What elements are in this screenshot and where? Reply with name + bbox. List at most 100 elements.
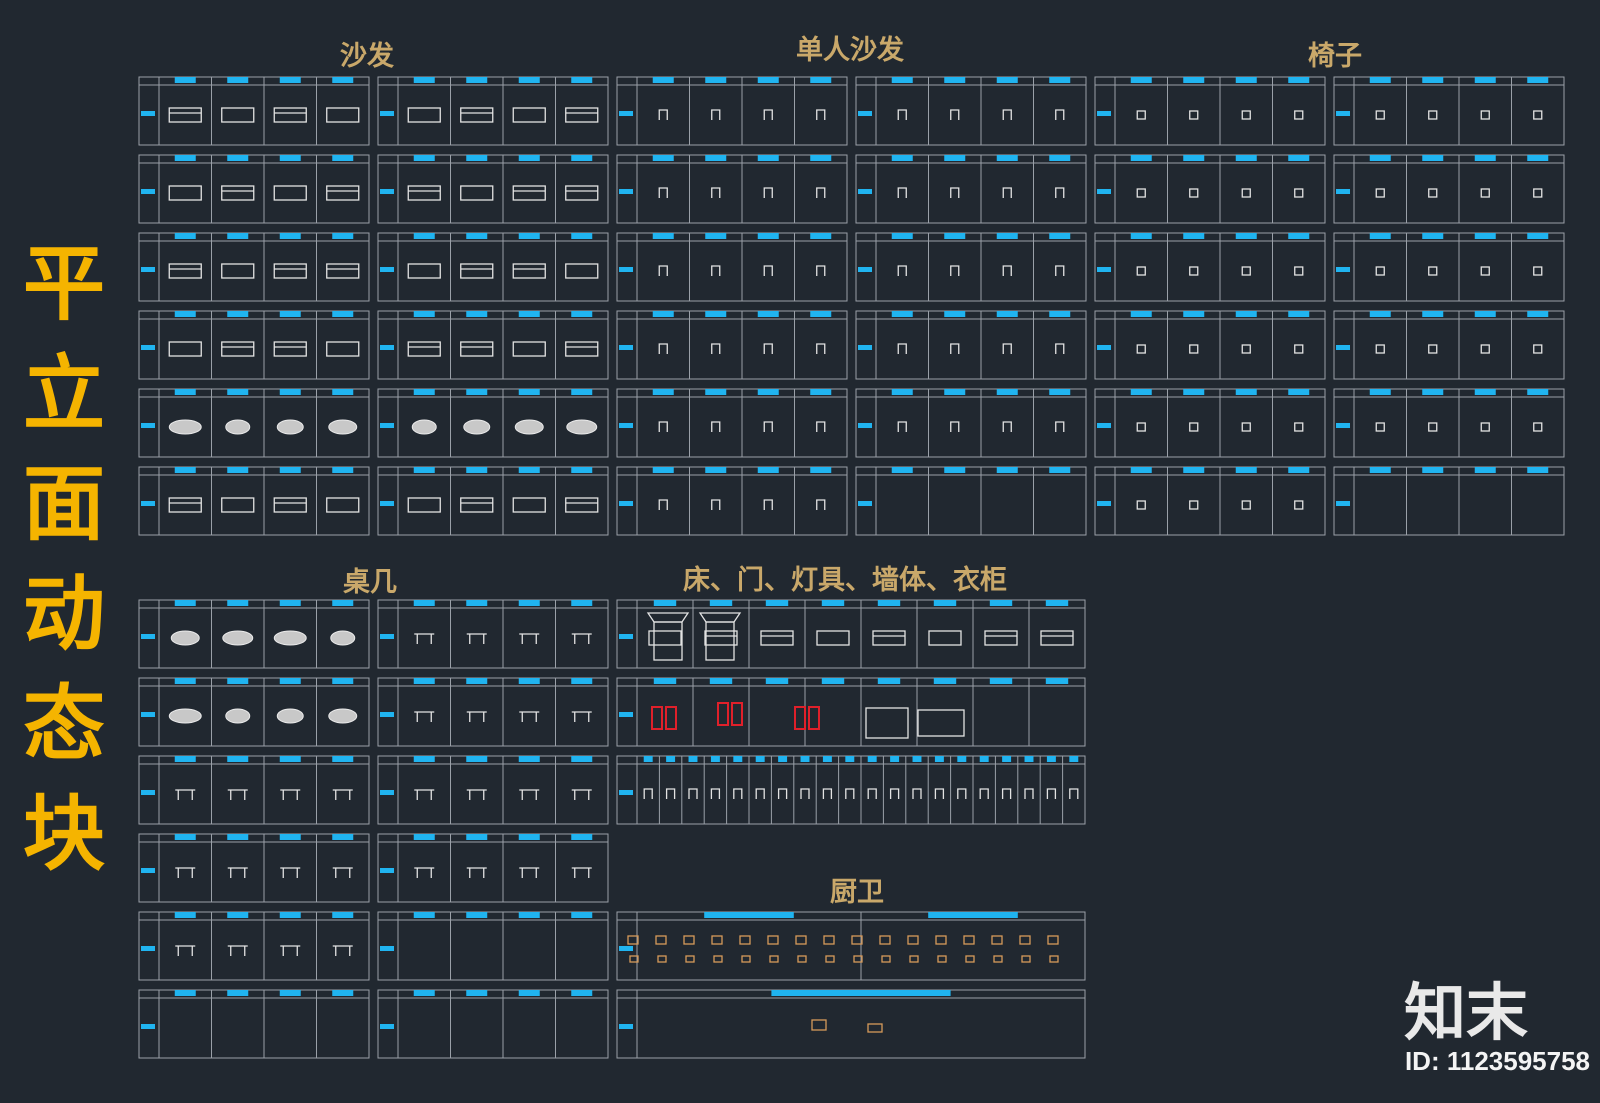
header-tab xyxy=(279,912,301,918)
symbol-mark xyxy=(227,945,248,956)
block-panel xyxy=(855,154,1087,224)
symbol-mark xyxy=(1294,422,1304,432)
header-tab xyxy=(571,155,593,161)
symbol-mark xyxy=(658,421,668,432)
header-tab xyxy=(890,756,900,762)
symbol-mark xyxy=(414,867,435,878)
symbol-mark xyxy=(326,341,360,357)
symbol-mark xyxy=(1428,266,1438,276)
header-tab xyxy=(944,389,966,395)
symbol-mark xyxy=(957,788,967,799)
symbol-mark xyxy=(816,630,850,646)
symbol-mark xyxy=(1189,188,1199,198)
header-tab xyxy=(413,77,435,83)
row-label-mark xyxy=(1336,189,1350,194)
block-panel xyxy=(377,154,609,224)
symbol-mark xyxy=(763,343,773,354)
header-tab xyxy=(518,389,540,395)
header-tab xyxy=(757,389,779,395)
symbol-mark xyxy=(1428,188,1438,198)
symbol-mark xyxy=(1241,422,1251,432)
header-tab xyxy=(174,155,196,161)
symbol-mark xyxy=(1480,188,1490,198)
panel-frame xyxy=(138,989,370,1059)
kitchen-symbol xyxy=(1047,935,1059,945)
header-tab xyxy=(279,233,301,239)
header-tab xyxy=(518,678,540,684)
header-tab xyxy=(810,467,832,473)
header-tab xyxy=(979,756,989,762)
block-panel xyxy=(377,599,609,669)
header-tab xyxy=(1045,600,1069,606)
header-tab xyxy=(944,77,966,83)
header-tab xyxy=(1369,77,1391,83)
bath-symbol xyxy=(867,1023,883,1033)
row-label-mark xyxy=(141,345,155,350)
header-tab xyxy=(571,233,593,239)
block-panel xyxy=(1094,388,1326,458)
door-symbol xyxy=(794,706,806,730)
header-tab xyxy=(174,600,196,606)
panel-frame xyxy=(616,989,1086,1059)
header-tab xyxy=(571,834,593,840)
symbol-mark xyxy=(273,630,307,646)
header-tab xyxy=(518,990,540,996)
header-tab xyxy=(174,467,196,473)
row-label-mark xyxy=(380,868,394,873)
header-tab xyxy=(1002,756,1012,762)
panel-frame xyxy=(1094,232,1326,302)
header-tab xyxy=(174,678,196,684)
header-tab xyxy=(891,233,913,239)
section-title-sofa: 沙发 xyxy=(340,41,394,72)
header-tab xyxy=(891,311,913,317)
header-tab xyxy=(466,912,488,918)
header-tab xyxy=(989,678,1013,684)
header-tab xyxy=(652,389,674,395)
symbol-mark xyxy=(658,343,668,354)
header-tab xyxy=(1474,233,1496,239)
block-panel xyxy=(616,677,1086,747)
panel-frame xyxy=(616,76,848,146)
header-tab xyxy=(1422,467,1444,473)
row-label-mark xyxy=(619,712,633,717)
header-tab xyxy=(989,600,1013,606)
header-tab xyxy=(174,912,196,918)
panel-frame xyxy=(616,677,1086,747)
symbol-mark xyxy=(1294,344,1304,354)
header-tab xyxy=(1183,233,1205,239)
kitchen-symbol xyxy=(685,955,695,963)
row-label-mark xyxy=(619,189,633,194)
kitchen-symbol xyxy=(879,935,891,945)
header-tab xyxy=(1183,389,1205,395)
block-panel xyxy=(377,755,609,825)
symbol-mark xyxy=(1136,500,1146,510)
bed-symbol xyxy=(698,612,742,623)
header-tab xyxy=(1527,155,1549,161)
header-tab xyxy=(1235,467,1257,473)
header-tab xyxy=(891,467,913,473)
header-tab xyxy=(757,467,779,473)
row-label-mark xyxy=(1336,423,1350,428)
kitchen-symbol xyxy=(655,935,667,945)
block-panel xyxy=(1094,310,1326,380)
symbol-mark xyxy=(1002,421,1012,432)
symbol-mark xyxy=(950,343,960,354)
header-tab xyxy=(944,155,966,161)
header-tab xyxy=(227,389,249,395)
symbol-mark xyxy=(1375,422,1385,432)
symbol-mark xyxy=(711,421,721,432)
door-symbol xyxy=(717,702,729,726)
symbol-mark xyxy=(1055,109,1065,120)
symbol-mark xyxy=(897,109,907,120)
symbol-mark xyxy=(414,789,435,800)
kitchen-symbol xyxy=(713,955,723,963)
door-symbol xyxy=(808,706,820,730)
row-label-mark xyxy=(141,189,155,194)
symbol-mark xyxy=(519,633,540,644)
symbol-mark xyxy=(1375,344,1385,354)
block-panel xyxy=(616,466,848,536)
symbol-mark xyxy=(1375,110,1385,120)
symbol-mark xyxy=(227,867,248,878)
header-tab xyxy=(891,389,913,395)
bath-symbol xyxy=(811,1019,827,1031)
